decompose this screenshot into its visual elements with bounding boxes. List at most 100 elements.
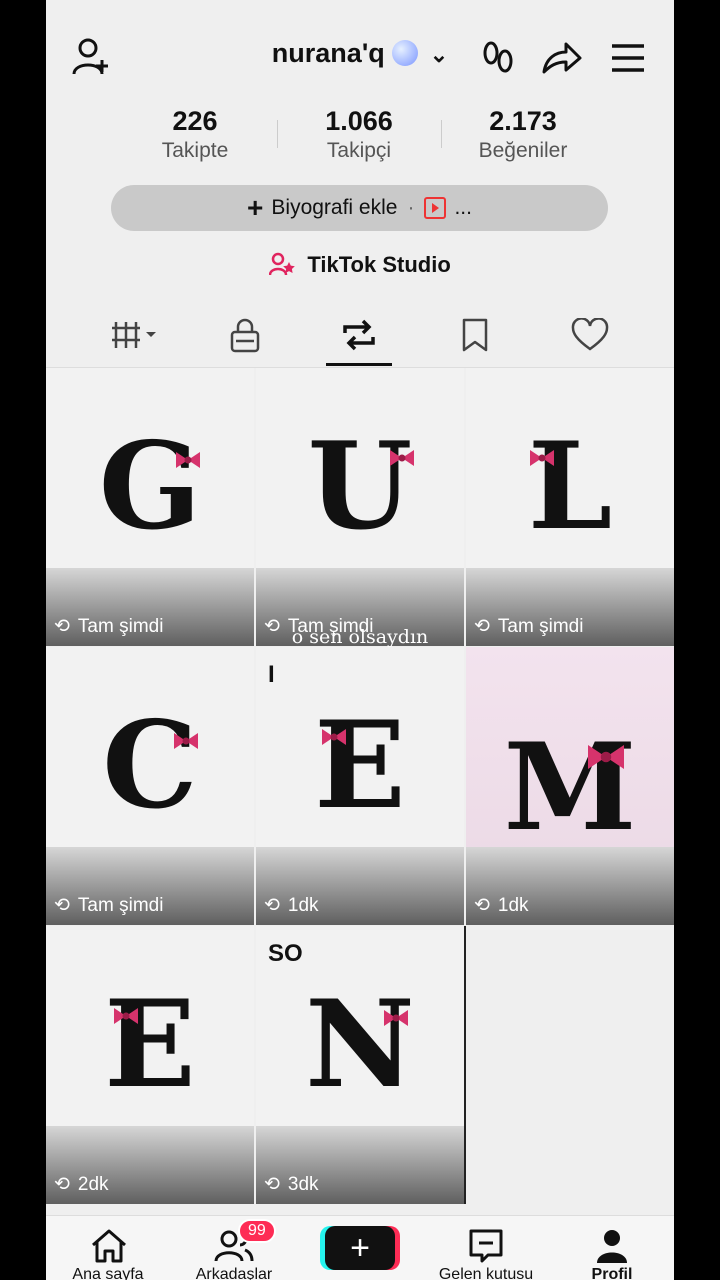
add-bio-label: Biyografi ekle <box>271 196 398 219</box>
nav-profile[interactable]: Profil <box>552 1216 672 1280</box>
post-time: 2dk <box>77 1173 109 1195</box>
overlay-caption: o sen olsaydın <box>291 626 429 648</box>
post-meta: ⟲ 3dk <box>264 1173 319 1196</box>
grid-icon <box>112 322 156 348</box>
post-letter: M <box>503 717 637 858</box>
post-tile[interactable]: M ⟲ 1dk <box>466 647 674 925</box>
post-tile[interactable]: G ⟲ Tam şimdi <box>46 368 254 646</box>
followers-count: 1.066 <box>325 106 393 136</box>
chevron-down-icon[interactable]: ⌄ <box>430 42 448 68</box>
tab-reposts[interactable] <box>324 310 394 360</box>
post-time: 1dk <box>287 894 319 916</box>
post-time: Tam şimdi <box>497 615 584 637</box>
heart-icon <box>571 318 609 351</box>
nav-friends-label: Arkadaşlar <box>195 1266 273 1280</box>
bubble-icon <box>392 40 419 66</box>
more-label: ... <box>454 196 472 219</box>
post-letter: L <box>527 416 613 557</box>
create-button[interactable]: + <box>325 1226 395 1270</box>
footprints-icon[interactable] <box>478 38 518 78</box>
stat-divider <box>441 120 442 148</box>
username-text: nurana'q <box>271 38 385 68</box>
post-meta: ⟲ 1dk <box>264 894 319 917</box>
repost-icon: ⟲ <box>474 895 490 916</box>
likes-stat[interactable]: 2.173 Beğeniler <box>443 106 603 163</box>
following-label: Takipte <box>161 139 229 162</box>
repost-icon: ⟲ <box>264 895 280 916</box>
tab-saved[interactable] <box>440 310 510 360</box>
repost-icon: ⟲ <box>474 616 490 637</box>
likes-count: 2.173 <box>489 106 557 136</box>
post-time: Tam şimdi <box>77 894 164 916</box>
nav-profile-label: Profil <box>591 1266 633 1280</box>
repost-icon: ⟲ <box>54 1174 70 1195</box>
post-tile[interactable]: C ⟲ Tam şimdi <box>46 647 254 925</box>
lock-icon <box>230 318 260 353</box>
nav-friends[interactable]: Arkadaşlar <box>174 1216 294 1280</box>
post-meta: ⟲ Tam şimdi <box>474 615 583 638</box>
add-bio-button[interactable]: + Biyografi ekle · ... <box>111 185 608 231</box>
likes-label: Beğeniler <box>478 139 568 162</box>
repost-icon <box>343 319 375 351</box>
bow-icon <box>112 1006 140 1026</box>
studio-icon <box>268 252 296 282</box>
plus-icon: + <box>247 192 264 223</box>
create-plus-icon: + <box>350 1228 370 1267</box>
tiktok-studio-link[interactable]: TikTok Studio <box>46 252 674 282</box>
tab-videos[interactable] <box>100 310 170 360</box>
nav-home-label: Ana sayfa <box>72 1266 144 1280</box>
bow-icon <box>174 450 202 470</box>
post-meta: ⟲ Tam şimdi <box>54 615 163 638</box>
bow-icon <box>172 731 200 751</box>
post-meta: ⟲ Tam şimdi <box>54 894 163 917</box>
friends-notification-badge: 99 <box>238 1219 276 1243</box>
post-tile[interactable]: I E ⟲ 1dk <box>256 647 464 925</box>
profile-screen: nurana'q ⌄ 226 Takipte 1.066 Takipçi 2.1… <box>46 0 674 1280</box>
post-letter: N <box>305 974 415 1115</box>
nav-inbox[interactable]: Gelen kutusu <box>426 1216 546 1280</box>
post-meta: ⟲ 1dk <box>474 894 529 917</box>
bookmark-icon <box>462 318 488 352</box>
nav-inbox-label: Gelen kutusu <box>438 1266 534 1280</box>
post-letter: U <box>307 416 413 557</box>
post-overlay-text: I <box>268 661 275 688</box>
bow-icon <box>320 727 348 747</box>
following-count: 226 <box>172 106 218 136</box>
stat-divider <box>277 120 278 148</box>
nav-home[interactable]: Ana sayfa <box>48 1216 168 1280</box>
post-tile[interactable]: L ⟲ Tam şimdi <box>466 368 674 646</box>
post-time: Tam şimdi <box>77 615 164 637</box>
post-tile[interactable]: SO N ⟲ 3dk <box>256 926 466 1204</box>
post-letter: C <box>102 695 198 836</box>
bow-icon <box>528 448 556 468</box>
home-icon <box>92 1229 126 1263</box>
tab-private[interactable] <box>210 310 280 360</box>
bow-icon <box>388 448 416 468</box>
repost-icon: ⟲ <box>54 895 70 916</box>
active-tab-indicator <box>326 363 392 366</box>
followers-label: Takipçi <box>326 139 392 162</box>
separator-dot: · <box>407 196 415 219</box>
share-icon[interactable] <box>540 38 584 78</box>
menu-icon[interactable] <box>610 40 646 76</box>
followers-stat[interactable]: 1.066 Takipçi <box>279 106 439 163</box>
post-tile[interactable]: E ⟲ 2dk <box>46 926 254 1204</box>
post-meta: ⟲ 2dk <box>54 1173 109 1196</box>
post-time: 1dk <box>497 894 529 916</box>
repost-icon: ⟲ <box>54 616 70 637</box>
repost-icon: ⟲ <box>264 1174 280 1195</box>
video-icon <box>424 197 447 219</box>
post-tile[interactable]: U ⟲ Tam şimdi <box>256 368 464 646</box>
profile-icon <box>597 1230 627 1263</box>
bow-icon <box>585 742 627 772</box>
post-letter: E <box>314 695 406 836</box>
post-time: 3dk <box>287 1173 319 1195</box>
post-letter: E <box>104 974 196 1115</box>
tab-liked[interactable] <box>555 310 625 360</box>
following-stat[interactable]: 226 Takipte <box>115 106 275 163</box>
studio-label: TikTok Studio <box>307 252 451 277</box>
bow-icon <box>382 1008 410 1028</box>
post-letter: G <box>98 416 202 557</box>
post-overlay-text: SO <box>268 940 303 967</box>
inbox-icon <box>469 1229 503 1263</box>
